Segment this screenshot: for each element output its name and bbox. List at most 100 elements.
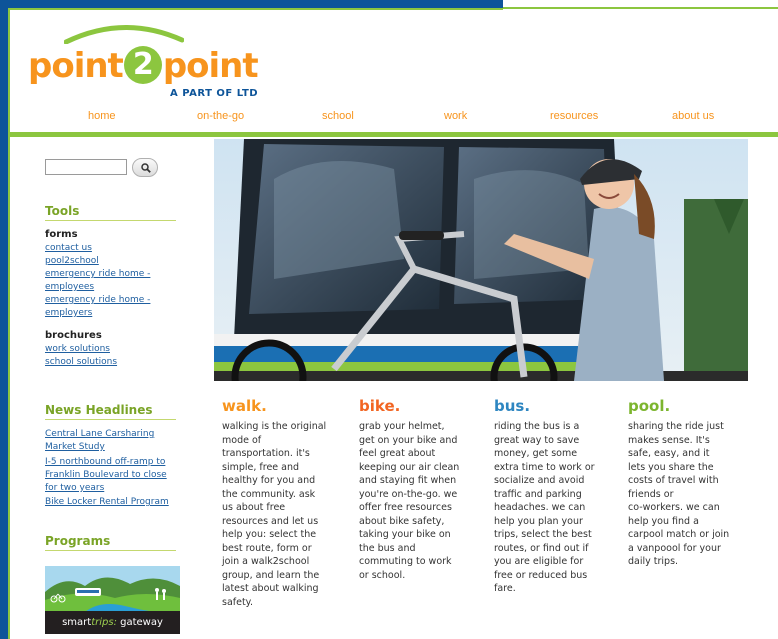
walk-line: safety. xyxy=(222,596,253,608)
bike-heading: bike. xyxy=(359,397,401,415)
left-blue-frame xyxy=(0,8,8,639)
bike-line: commuting to work xyxy=(359,556,452,567)
news-item-line-2[interactable]: Franklin Boulevard to close xyxy=(45,469,167,482)
walk-line: the community. ask xyxy=(222,488,316,500)
walk-line: mode of xyxy=(222,434,262,446)
logo-word-point: point xyxy=(28,46,124,86)
top-green-line xyxy=(503,7,778,9)
programs-heading: Programs xyxy=(45,534,111,548)
nav-about-us[interactable]: about us xyxy=(672,110,714,122)
bus-line: help you plan your xyxy=(494,515,583,527)
bike-line: get on your bike and xyxy=(359,434,458,446)
bike-line: or school. xyxy=(359,569,406,581)
bike-line: grab your helmet, xyxy=(359,421,445,432)
bus-line: riding the bus is a xyxy=(494,421,580,432)
bus-line: fare. xyxy=(494,583,516,594)
nav-school[interactable]: school xyxy=(322,110,354,122)
search-icon xyxy=(141,163,151,173)
bike-line: about bike safety, xyxy=(359,515,445,527)
nav-home[interactable]: home xyxy=(88,110,116,122)
bike-line: offer free resources xyxy=(359,502,452,513)
news-item[interactable]: Bike Locker Rental Program xyxy=(45,496,169,509)
caption-smart: smart xyxy=(62,617,92,628)
news-item-line-3[interactable]: for two years xyxy=(45,482,104,495)
pool-heading: pool. xyxy=(628,397,671,415)
site-logo[interactable]: point 2 point A PART OF LTD xyxy=(24,22,259,104)
walk-text: walking is the original mode of transpor… xyxy=(222,420,334,609)
bus-line: you are eligible for xyxy=(494,556,584,567)
walk-line: simple, free and xyxy=(222,461,300,473)
walk-line: resources and let us xyxy=(222,515,319,527)
search-input[interactable] xyxy=(45,159,127,175)
pool-line: co-workers. we can xyxy=(628,502,720,513)
pool-line: help you find a xyxy=(628,515,699,527)
tools-divider xyxy=(45,220,176,221)
nav-divider xyxy=(10,132,778,137)
walk-line: help you: select the xyxy=(222,529,317,540)
programs-divider xyxy=(45,550,176,551)
logo-wordmark: point 2 point xyxy=(28,46,259,86)
bike-line: the bus and xyxy=(359,542,416,554)
news-item[interactable]: I-5 northbound off-ramp to xyxy=(45,456,165,469)
link-emergency-ride-home-employees-2[interactable]: employees xyxy=(45,281,94,294)
forms-heading: forms xyxy=(45,229,78,240)
link-emergency-ride-home-employers[interactable]: emergency ride home - xyxy=(45,294,150,307)
walk-line: latest about walking xyxy=(222,583,319,594)
hero-photo-cyclist-with-bus xyxy=(214,139,748,381)
nav-resources[interactable]: resources xyxy=(550,110,598,122)
bike-line: feel great about xyxy=(359,448,436,459)
nav-work[interactable]: work xyxy=(444,110,467,122)
caption-gateway: gateway xyxy=(116,617,163,628)
bus-line: extra time to work or xyxy=(494,461,595,473)
walk-line: join a walk2school xyxy=(222,556,310,567)
pool-line: safe, easy, and it xyxy=(628,448,710,459)
pool-line: sharing the ride just xyxy=(628,421,724,432)
news-divider xyxy=(45,419,176,420)
smarttrips-gateway-banner[interactable]: smarttrips: gateway xyxy=(45,566,180,634)
search-button[interactable] xyxy=(132,158,158,177)
news-item-line-2[interactable]: Market Study xyxy=(45,441,105,454)
bike-line: you're on-the-go. we xyxy=(359,488,458,500)
bus-line: money, get some xyxy=(494,448,578,459)
pool-line: lets you share the xyxy=(628,461,714,473)
link-work-solutions[interactable]: work solutions xyxy=(45,343,110,356)
bus-text: riding the bus is a great way to save mo… xyxy=(494,420,606,596)
top-blue-bar xyxy=(0,0,503,8)
tools-heading: Tools xyxy=(45,204,80,218)
bike-text: grab your helmet, get on your bike and f… xyxy=(359,420,471,582)
bike-line: and staying fit when xyxy=(359,475,457,486)
bus-line: great way to save xyxy=(494,434,580,446)
smarttrips-caption: smarttrips: gateway xyxy=(45,611,180,634)
hero-illustration xyxy=(214,139,748,381)
pool-line: a vanpoool for your xyxy=(628,542,721,554)
smarttrips-landscape-illustration xyxy=(45,566,180,612)
link-contact-us[interactable]: contact us xyxy=(45,242,92,255)
bus-line: free or reduced bus xyxy=(494,569,588,581)
bus-line: traffic and parking xyxy=(494,488,582,500)
bus-line: trips, select the best xyxy=(494,529,592,540)
news-item[interactable]: Central Lane Carsharing xyxy=(45,428,154,441)
walk-line: walking is the original xyxy=(222,421,327,432)
bus-line: socialize and avoid xyxy=(494,475,585,486)
link-school-solutions[interactable]: school solutions xyxy=(45,356,117,369)
link-emergency-ride-home-employees[interactable]: emergency ride home - xyxy=(45,268,150,281)
logo-tagline: A PART OF LTD xyxy=(170,88,259,99)
walk-line: best route, form or xyxy=(222,542,312,554)
walk-line: transportation. it's xyxy=(222,448,310,459)
pool-line: daily trips. xyxy=(628,556,679,567)
brochures-heading: brochures xyxy=(45,330,102,341)
news-heading: News Headlines xyxy=(45,403,153,417)
frame-green-line xyxy=(8,8,503,10)
link-emergency-ride-home-employers-2[interactable]: employers xyxy=(45,307,92,320)
pool-line: carpool match or join xyxy=(628,529,730,540)
pool-line: costs of travel with xyxy=(628,475,719,486)
walk-line: group, and learn the xyxy=(222,569,320,581)
nav-on-the-go[interactable]: on-the-go xyxy=(197,110,244,122)
bike-line: keeping our air clean xyxy=(359,461,460,473)
link-pool2school[interactable]: pool2school xyxy=(45,255,99,268)
walk-line: us about free xyxy=(222,502,286,513)
caption-trips: trips: xyxy=(91,617,117,628)
bike-line: taking your bike on xyxy=(359,529,451,540)
bus-line: headaches. we can xyxy=(494,502,586,513)
frame-green-line-left xyxy=(8,8,10,639)
